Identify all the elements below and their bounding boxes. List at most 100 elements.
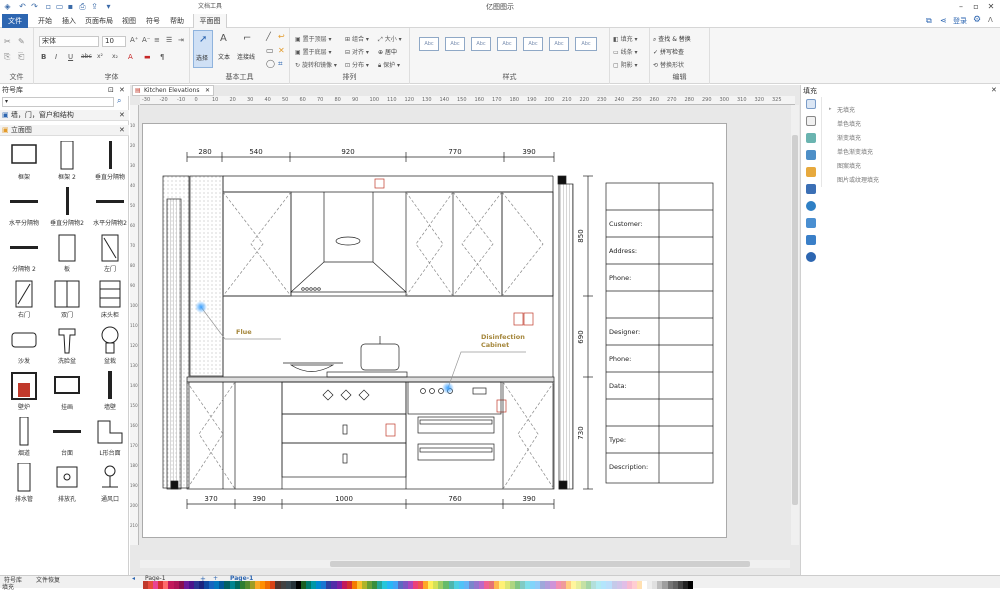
underline-button[interactable]: U [68, 53, 73, 61]
fill-option-mono-gradient[interactable]: 单色渐变填充 [837, 147, 873, 156]
document-tab[interactable]: ▤ Kitchen Elevations ✕ [132, 85, 214, 96]
menu-home[interactable]: 开始 [32, 14, 58, 28]
symbol-item[interactable]: 水平分隔物 [2, 185, 46, 233]
symbol-item[interactable]: 板 [45, 231, 89, 279]
select-tool-button[interactable]: ➚ 选择 [193, 30, 213, 68]
notes-tool-icon[interactable] [806, 218, 816, 228]
style-preset-6[interactable]: Abc [549, 37, 569, 51]
font-color-button[interactable]: A [128, 53, 133, 61]
vertical-scrollbar[interactable] [791, 105, 799, 545]
line-tool-icon[interactable] [806, 116, 816, 126]
symbol-item[interactable]: 墙壁 [88, 369, 132, 417]
share-icon[interactable]: ⋖ [940, 16, 947, 25]
copy-icon[interactable]: ⎘ [4, 52, 10, 62]
fill-option-gradient[interactable]: 渐变填充 [837, 133, 861, 142]
fill-option-none[interactable]: 无填充 [837, 105, 855, 114]
symbol-item[interactable]: 分隔物 2 [2, 231, 46, 279]
line-button[interactable]: ▭ 线条 ▾ [613, 47, 638, 56]
horizontal-scroll-thumb[interactable] [330, 561, 750, 567]
symbol-search-input[interactable]: ▾ [2, 97, 114, 107]
navigator-tool-icon[interactable] [806, 201, 816, 211]
login-link[interactable]: 登录 [953, 16, 967, 26]
symbol-item[interactable]: 垂直分隔物2 [45, 185, 89, 233]
symbol-item[interactable]: 双门 [45, 277, 89, 325]
open-icon[interactable]: ▭ [55, 2, 64, 11]
rotate-mirror-button[interactable]: ↻ 旋转和镜像 ▾ [295, 60, 337, 69]
distribute-button[interactable]: ⊡ 分布 ▾ [345, 60, 369, 69]
list-icon[interactable]: ☰ [166, 36, 172, 44]
menu-file[interactable]: 文件 [2, 14, 28, 28]
symbol-item[interactable]: 排放孔 [45, 461, 89, 509]
bring-to-front-button[interactable]: ▣ 置于顶层 ▾ [295, 34, 332, 43]
status-tab-recovery[interactable]: 文件恢复 [36, 575, 60, 584]
size-button[interactable]: ⤢ 大小 ▾ [378, 34, 402, 44]
menu-symbols[interactable]: 符号 [142, 14, 164, 28]
find-replace-button[interactable]: ⌕ 查找 & 替换 [653, 34, 691, 44]
redo-icon[interactable]: ↷ [30, 2, 39, 11]
category-elevation[interactable]: ▣ 立面图 ✕ [0, 125, 129, 136]
font-family-select[interactable]: 宋体 [39, 36, 99, 47]
symbol-item[interactable]: 盆栽 [88, 323, 132, 371]
menu-help[interactable]: 帮助 [166, 14, 188, 28]
undo-icon[interactable]: ↶ [18, 2, 27, 11]
indent-icon[interactable]: ⇥ [178, 36, 184, 44]
connector-tool-button[interactable]: ⌐ 连接线 [237, 30, 261, 68]
symbol-item[interactable]: 洗脸盆 [45, 323, 89, 371]
category-walls-doors[interactable]: ▣ 墙，门，窗户和结构 ✕ [0, 110, 129, 121]
paragraph-icon[interactable]: ¶ [160, 53, 164, 61]
rectangle-tool-icon[interactable]: ▭ [266, 46, 274, 55]
settings-gear-icon[interactable]: ⚙ [973, 15, 981, 25]
spell-check-button[interactable]: ✓ 拼写检查 [653, 47, 684, 56]
style-preset-7[interactable]: Abc [575, 37, 597, 51]
crop-tool-icon[interactable]: ⌗ [278, 59, 283, 69]
comment-tool-icon[interactable] [806, 235, 816, 245]
fill-button[interactable]: ◧ 填充 ▾ [613, 34, 638, 43]
fill-option-texture[interactable]: 图片或纹理填充 [837, 175, 879, 184]
replace-shape-button[interactable]: ⟲ 替换形状 [653, 60, 684, 69]
symbol-item[interactable]: L形台面 [88, 415, 132, 463]
italic-button[interactable]: I [55, 53, 57, 61]
ellipse-tool-icon[interactable]: ◯ [266, 59, 275, 68]
page-tool-icon[interactable] [806, 167, 816, 177]
bold-button[interactable]: B [41, 53, 46, 61]
shrink-font-icon[interactable]: A⁻ [142, 36, 150, 44]
menu-page-layout[interactable]: 页面布局 [82, 14, 116, 28]
superscript-button[interactable]: x² [97, 53, 103, 60]
font-size-select[interactable]: 10 [102, 36, 126, 47]
style-preset-1[interactable]: Abc [419, 37, 439, 51]
symbol-item[interactable]: 左门 [88, 231, 132, 279]
cut-icon[interactable]: ✂ [4, 37, 11, 46]
document-tab-close-icon[interactable]: ✕ [205, 86, 210, 95]
panel-pin-icon[interactable]: ⊡ [108, 85, 114, 96]
new-icon[interactable]: ▫ [44, 2, 53, 11]
export-icon[interactable]: ⇪ [90, 2, 99, 11]
symbol-item[interactable]: 通风口 [88, 461, 132, 509]
symbol-item[interactable]: 水平分隔物2 [88, 185, 132, 233]
menu-insert[interactable]: 插入 [58, 14, 80, 28]
symbol-item[interactable]: 框架 2 [45, 139, 89, 187]
vertical-scroll-thumb[interactable] [792, 135, 798, 505]
style-preset-3[interactable]: Abc [471, 37, 491, 51]
print-icon[interactable]: ⎙ [78, 2, 87, 11]
ribbon-collapse-icon[interactable]: ᐱ [988, 16, 993, 24]
fill-option-solid[interactable]: 单色填充 [837, 119, 861, 128]
fill-panel-close-icon[interactable]: ✕ [991, 86, 997, 94]
style-preset-2[interactable]: Abc [445, 37, 465, 51]
symbol-item[interactable]: 沙发 [2, 323, 46, 371]
symbol-item[interactable]: 排水管 [2, 461, 46, 509]
maximize-icon[interactable]: ▫ [970, 1, 982, 13]
text-tool-button[interactable]: A 文本 [216, 30, 236, 68]
symbol-item[interactable]: 框架 [2, 139, 46, 187]
style-preset-4[interactable]: Abc [497, 37, 517, 51]
symbol-item[interactable]: 烟道 [2, 415, 46, 463]
customize-icon[interactable]: ▾ [104, 2, 113, 11]
symbol-item[interactable]: 挂画 [45, 369, 89, 417]
image-tool-icon[interactable] [806, 150, 816, 160]
menu-view[interactable]: 视图 [118, 14, 140, 28]
style-preset-5[interactable]: Abc [523, 37, 543, 51]
horizontal-scrollbar[interactable] [140, 560, 790, 568]
highlight-icon[interactable]: ▬ [144, 53, 151, 61]
symbol-item[interactable]: 床头柜 [88, 277, 132, 325]
align-icon[interactable]: ≡ [154, 36, 160, 44]
share-screen-icon[interactable]: ⧉ [926, 16, 932, 26]
